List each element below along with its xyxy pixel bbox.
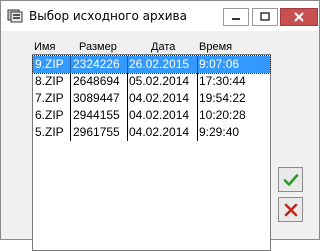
column-divider	[127, 107, 128, 124]
file-date: 04.02.2014	[129, 125, 190, 139]
column-divider	[197, 56, 198, 73]
close-icon	[294, 12, 304, 22]
column-divider	[127, 56, 128, 73]
file-time: 9:29:40	[199, 125, 240, 139]
file-name: 9.ZIP	[35, 57, 64, 71]
column-divider	[127, 73, 128, 90]
column-header-date: Дата	[151, 41, 176, 53]
column-divider	[127, 90, 128, 107]
column-header-size: Размер	[79, 41, 117, 53]
file-date: 05.02.2014	[129, 74, 190, 88]
dialog-client-area: Имя Размер Дата Время 9.ZIP 2324226 26.0…	[1, 31, 319, 251]
cross-icon	[284, 203, 297, 216]
maximize-button[interactable]	[252, 8, 278, 26]
column-divider	[197, 90, 198, 107]
column-divider	[70, 124, 71, 141]
minimize-icon	[232, 18, 240, 20]
column-headers: Имя Размер Дата Время	[1, 41, 301, 55]
column-divider	[127, 124, 128, 141]
list-item[interactable]: 8.ZIP 2648694 05.02.2014 17:30:44	[33, 73, 270, 90]
archive-list[interactable]: 9.ZIP 2324226 26.02.2015 9:07:06 8.ZIP 2…	[32, 54, 271, 251]
file-time: 10:20:28	[199, 108, 246, 122]
maximize-icon	[260, 12, 270, 21]
file-name: 5.ZIP	[35, 125, 64, 139]
file-size: 2324226	[73, 57, 120, 71]
list-item[interactable]: 9.ZIP 2324226 26.02.2015 9:07:06	[32, 55, 271, 74]
column-divider	[70, 107, 71, 124]
column-divider	[197, 107, 198, 124]
dialog-window: Выбор исходного архива Имя Размер Дата В…	[0, 0, 320, 251]
checkmark-icon	[283, 173, 298, 186]
column-divider	[70, 56, 71, 73]
file-size: 2944155	[73, 108, 120, 122]
file-size: 2648694	[73, 74, 120, 88]
file-time: 9:07:06	[199, 57, 240, 71]
close-button[interactable]	[280, 8, 318, 26]
file-name: 7.ZIP	[35, 91, 64, 105]
file-date: 04.02.2014	[129, 108, 190, 122]
file-name: 6.ZIP	[35, 108, 64, 122]
file-size: 2961755	[73, 125, 120, 139]
window-title: Выбор исходного архива	[29, 9, 187, 23]
file-name: 8.ZIP	[35, 74, 64, 88]
title-bar[interactable]: Выбор исходного архива	[1, 1, 319, 31]
file-date: 26.02.2015	[129, 57, 190, 71]
list-item[interactable]: 5.ZIP 2961755 04.02.2014 9:29:40	[33, 124, 270, 141]
column-divider	[70, 73, 71, 90]
ok-button[interactable]	[278, 167, 303, 192]
list-item[interactable]: 7.ZIP 3089447 04.02.2014 19:54:22	[33, 90, 270, 107]
column-header-name: Имя	[34, 41, 56, 53]
file-time: 17:30:44	[199, 74, 246, 88]
file-date: 04.02.2014	[129, 91, 190, 105]
file-time: 19:54:22	[199, 91, 246, 105]
column-divider	[197, 73, 198, 90]
list-item[interactable]: 6.ZIP 2944155 04.02.2014 10:20:28	[33, 107, 270, 124]
minimize-button[interactable]	[223, 8, 249, 26]
column-header-time: Время	[199, 41, 233, 53]
cancel-button[interactable]	[278, 197, 303, 222]
archive-app-icon	[7, 8, 25, 24]
column-divider	[70, 90, 71, 107]
column-divider	[197, 124, 198, 141]
file-size: 3089447	[73, 91, 120, 105]
